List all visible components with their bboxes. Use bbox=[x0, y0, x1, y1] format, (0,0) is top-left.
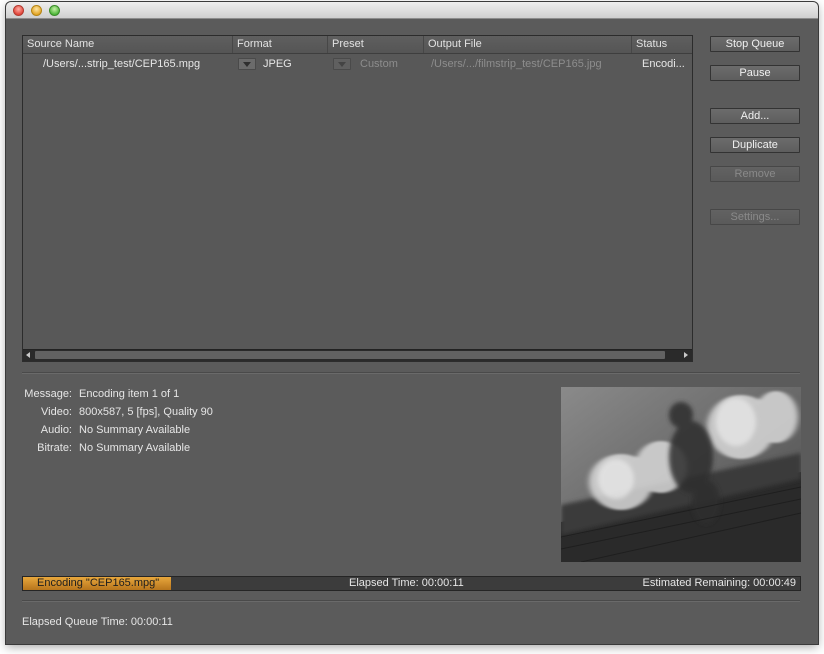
row-format[interactable]: JPEG bbox=[263, 54, 292, 74]
audio-label: Audio: bbox=[40, 424, 72, 436]
horizontal-scrollbar[interactable] bbox=[23, 349, 692, 361]
title-bar bbox=[6, 2, 818, 19]
encoder-window: Source Name Format Preset Output File St… bbox=[6, 2, 818, 644]
video-label: Video: bbox=[41, 406, 72, 418]
minimize-window-icon[interactable] bbox=[31, 5, 42, 16]
message-label: Message: bbox=[24, 388, 72, 400]
add-button[interactable]: Add... bbox=[710, 108, 800, 124]
preset-dropdown-icon[interactable] bbox=[333, 58, 351, 70]
scroll-left-icon[interactable] bbox=[26, 352, 30, 358]
audio-value: No Summary Available bbox=[79, 424, 191, 436]
column-header-output-file[interactable]: Output File bbox=[424, 36, 632, 53]
video-preview bbox=[561, 387, 801, 562]
column-header-source-name[interactable]: Source Name bbox=[23, 36, 233, 53]
queue-table: Source Name Format Preset Output File St… bbox=[22, 35, 693, 362]
stop-queue-button[interactable]: Stop Queue bbox=[710, 36, 800, 52]
row-source-name: /Users/...strip_test/CEP165.mpg bbox=[43, 58, 201, 70]
scroll-right-icon[interactable] bbox=[684, 352, 688, 358]
column-header-status[interactable]: Status bbox=[632, 36, 692, 53]
bitrate-label: Bitrate: bbox=[37, 442, 72, 454]
estimated-remaining: Estimated Remaining: 00:00:49 bbox=[642, 577, 796, 589]
table-row[interactable]: /Users/...strip_test/CEP165.mpg JPEG Cus… bbox=[23, 54, 692, 74]
row-output-file[interactable]: /Users/.../filmstrip_test/CEP165.jpg bbox=[431, 54, 602, 74]
remove-button[interactable]: Remove bbox=[710, 166, 800, 182]
zoom-window-icon[interactable] bbox=[49, 5, 60, 16]
preview-frame-image bbox=[561, 387, 801, 562]
close-window-icon[interactable] bbox=[13, 5, 24, 16]
column-header-preset[interactable]: Preset bbox=[328, 36, 424, 53]
scrollbar-thumb[interactable] bbox=[35, 351, 665, 359]
bitrate-value: No Summary Available bbox=[79, 442, 191, 454]
row-preset[interactable]: Custom bbox=[360, 54, 398, 74]
format-dropdown-icon[interactable] bbox=[238, 58, 256, 70]
progress-label: Encoding "CEP165.mpg" bbox=[37, 577, 160, 589]
settings-button[interactable]: Settings... bbox=[710, 209, 800, 225]
encoding-progress-bar: Encoding "CEP165.mpg" Elapsed Time: 00:0… bbox=[22, 576, 801, 591]
section-divider bbox=[22, 372, 800, 374]
video-value: 800x587, 5 [fps], Quality 90 bbox=[79, 406, 213, 418]
column-header-format[interactable]: Format bbox=[233, 36, 328, 53]
table-header: Source Name Format Preset Output File St… bbox=[23, 36, 692, 54]
footer-divider bbox=[22, 600, 800, 602]
message-value: Encoding item 1 of 1 bbox=[79, 388, 180, 400]
row-status: Encodi... bbox=[642, 58, 685, 70]
pause-button[interactable]: Pause bbox=[710, 65, 800, 81]
elapsed-time: Elapsed Time: 00:00:11 bbox=[349, 577, 464, 589]
elapsed-queue-time: Elapsed Queue Time: 00:00:11 bbox=[22, 616, 173, 628]
duplicate-button[interactable]: Duplicate bbox=[710, 137, 800, 153]
